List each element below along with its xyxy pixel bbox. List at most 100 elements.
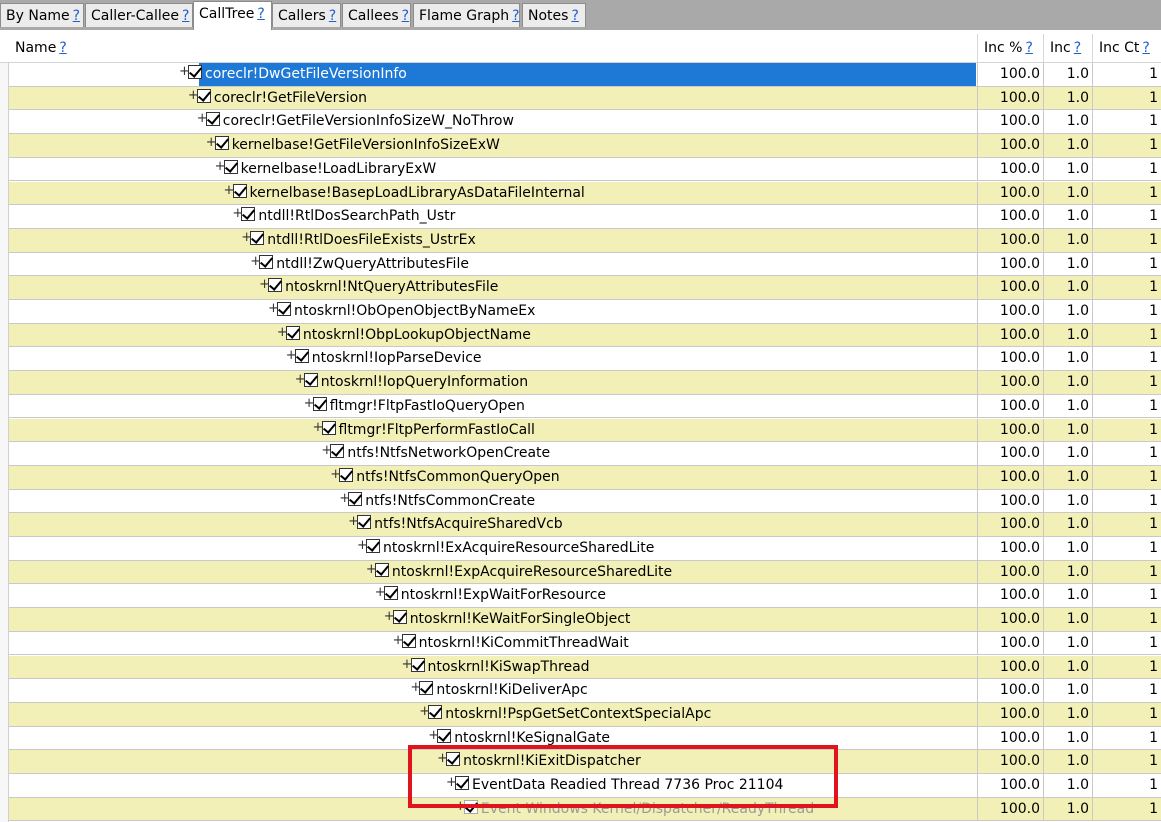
name-cell[interactable]: + coreclr!GetFileVersion [9,86,978,110]
checkbox-checked-icon[interactable] [357,515,372,530]
checkbox-checked-icon[interactable] [241,207,256,222]
plus-icon[interactable]: + [277,324,288,341]
tree-row[interactable]: + EventData Readied Thread 7736 Proc 2110… [9,774,1161,798]
tree-row[interactable]: + ntfs!NtfsNetworkOpenCreate 100.0 1.0 1 [9,442,1161,466]
name-cell[interactable]: + ntoskrnl!PspGetSetContextSpecialApc [9,702,978,726]
help-link[interactable]: ? [329,8,336,24]
tree-row[interactable]: + ntfs!NtfsCommonCreate 100.0 1.0 1 [9,489,1161,514]
column-header-inc-ct[interactable]: Inc Ct? [1093,34,1161,62]
name-cell[interactable]: + fltmgr!FltpFastIoQueryOpen [9,394,978,418]
help-link[interactable]: ? [59,40,66,56]
plus-icon[interactable]: + [366,561,377,578]
name-cell[interactable]: + ntoskrnl!ObpLookupObjectName [9,323,978,347]
name-cell[interactable]: + ntoskrnl!ExpAcquireResourceSharedLite [9,560,978,584]
name-cell[interactable]: + kernelbase!BasepLoadLibraryAsDataFileIn… [9,181,978,205]
name-cell[interactable]: + ntoskrnl!IopParseDevice [9,347,978,371]
name-cell[interactable]: + ntfs!NtfsNetworkOpenCreate [9,442,978,465]
plus-icon[interactable]: + [232,205,243,222]
plus-icon[interactable]: + [402,656,413,673]
column-header-inc[interactable]: Inc? [1044,34,1093,62]
checkbox-checked-icon[interactable] [410,657,425,672]
tree-row[interactable]: + ntoskrnl!IopQueryInformation 100.0 1.0 1 [9,371,1161,395]
tab-flame-graph[interactable]: Flame Graph? [413,3,520,27]
checkbox-checked-icon[interactable] [339,467,354,482]
name-cell[interactable]: + ntoskrnl!IopQueryInformation [9,371,978,394]
tree-row[interactable]: + kernelbase!BasepLoadLibraryAsDataFileIn… [9,181,1161,206]
tab-calltree[interactable]: CallTree? [193,1,272,30]
plus-icon[interactable]: + [188,87,199,104]
plus-icon[interactable]: + [446,774,457,791]
checkbox-checked-icon[interactable] [330,444,345,459]
checkbox-checked-icon[interactable] [321,420,336,435]
help-link[interactable]: ? [182,8,189,24]
checkbox-checked-icon[interactable] [446,752,461,767]
help-link[interactable]: ? [73,8,80,24]
tree-row[interactable]: + ntoskrnl!ObpLookupObjectName 100.0 1.0 1 [9,323,1161,348]
help-link[interactable]: ? [512,8,519,24]
help-link[interactable]: ? [1025,40,1032,56]
tree-row[interactable]: + ntoskrnl!KiExitDispatcher 100.0 1.0 1 [9,750,1161,774]
checkbox-checked-icon[interactable] [374,562,389,577]
tree-row[interactable]: + ntfs!NtfsAcquireSharedVcb 100.0 1.0 1 [9,513,1161,537]
plus-icon[interactable]: + [339,490,350,507]
checkbox-checked-icon[interactable] [392,610,407,625]
plus-icon[interactable]: + [375,584,386,601]
tree-row[interactable]: + kernelbase!GetFileVersionInfoSizeExW 100… [9,134,1161,158]
tab-callees[interactable]: Callees? [342,3,411,27]
checkbox-checked-icon[interactable] [428,704,443,719]
name-cell[interactable]: + ntdll!ZwQueryAttributesFile [9,252,978,276]
name-cell[interactable]: + coreclr!GetFileVersionInfoSizeW_NoThrow [9,110,978,134]
plus-icon[interactable]: + [384,608,395,625]
name-cell[interactable]: + ntoskrnl!NtQueryAttributesFile [9,276,978,299]
tree-row[interactable]: + ntdll!RtlDoesFileExists_UstrEx 100.0 1.0 1 [9,228,1161,253]
help-link[interactable]: ? [1074,40,1081,56]
name-cell[interactable]: + ntdll!RtlDosSearchPath_Ustr [9,205,978,228]
tree-row[interactable]: + ntdll!ZwQueryAttributesFile 100.0 1.0 1 [9,252,1161,277]
tree-row[interactable]: + coreclr!DwGetFileVersionInfo 100.0 1.0 1 [9,63,1161,87]
checkbox-checked-icon[interactable] [383,586,398,601]
tree-row[interactable]: + ntdll!RtlDosSearchPath_Ustr 100.0 1.0 1 [9,205,1161,229]
name-cell[interactable]: + ntoskrnl!ObOpenObjectByNameEx [9,300,978,323]
checkbox-checked-icon[interactable] [205,112,220,127]
tab-notes[interactable]: Notes? [522,3,586,27]
tree-row[interactable]: + ntfs!NtfsCommonQueryOpen 100.0 1.0 1 [9,465,1161,490]
tree-row[interactable]: + Event Windows Kernel/Dispatcher/ReadyTh… [9,797,1161,822]
name-cell[interactable]: + ntfs!NtfsAcquireSharedVcb [9,513,978,536]
name-cell[interactable]: + ntoskrnl!KiExitDispatcher [9,750,978,773]
name-cell[interactable]: + kernelbase!LoadLibraryExW [9,157,978,181]
checkbox-checked-icon[interactable] [232,183,247,198]
tree-row[interactable]: + ntoskrnl!KiSwapThread 100.0 1.0 1 [9,655,1161,680]
plus-icon[interactable]: + [179,63,190,80]
checkbox-checked-icon[interactable] [303,373,318,388]
checkbox-checked-icon[interactable] [268,278,283,293]
tree-row[interactable]: + ntoskrnl!ExpAcquireResourceSharedLite 10… [9,560,1161,585]
tree-row[interactable]: + ntoskrnl!KiCommitThreadWait 100.0 1.0 1 [9,631,1161,656]
help-link[interactable]: ? [257,6,264,22]
plus-icon[interactable]: + [197,110,208,127]
checkbox-checked-icon[interactable] [348,491,363,506]
plus-icon[interactable]: + [348,513,359,530]
plus-icon[interactable]: + [330,466,341,483]
tree-row[interactable]: + ntoskrnl!KeSignalGate 100.0 1.0 1 [9,726,1161,751]
plus-icon[interactable]: + [455,798,466,815]
column-header-inc-pct[interactable]: Inc %? [978,34,1044,62]
name-cell[interactable]: + Event Windows Kernel/Dispatcher/ReadyTh… [9,797,978,821]
checkbox-checked-icon[interactable] [455,776,469,790]
tree-row[interactable]: + ntoskrnl!IopParseDevice 100.0 1.0 1 [9,347,1161,372]
name-cell[interactable]: + coreclr!DwGetFileVersionInfo [9,63,978,86]
plus-icon[interactable]: + [410,679,421,696]
name-cell[interactable]: + ntoskrnl!KiDeliverApc [9,679,978,702]
plus-icon[interactable]: + [437,750,448,767]
name-cell[interactable]: + fltmgr!FltpPerformFastIoCall [9,418,978,442]
name-cell[interactable]: + ntoskrnl!KeWaitForSingleObject [9,608,978,631]
plus-icon[interactable]: + [313,419,324,436]
plus-icon[interactable]: + [268,300,279,317]
name-cell[interactable]: + kernelbase!GetFileVersionInfoSizeExW [9,134,978,157]
checkbox-checked-icon[interactable] [437,728,452,743]
name-cell[interactable]: + ntoskrnl!ExpWaitForResource [9,584,978,608]
tree-row[interactable]: + ntoskrnl!NtQueryAttributesFile 100.0 1.0 1 [9,276,1161,300]
plus-icon[interactable]: + [357,537,368,554]
checkbox-checked-icon[interactable] [277,302,291,316]
checkbox-checked-icon[interactable] [294,349,309,364]
plus-icon[interactable]: + [259,276,270,293]
